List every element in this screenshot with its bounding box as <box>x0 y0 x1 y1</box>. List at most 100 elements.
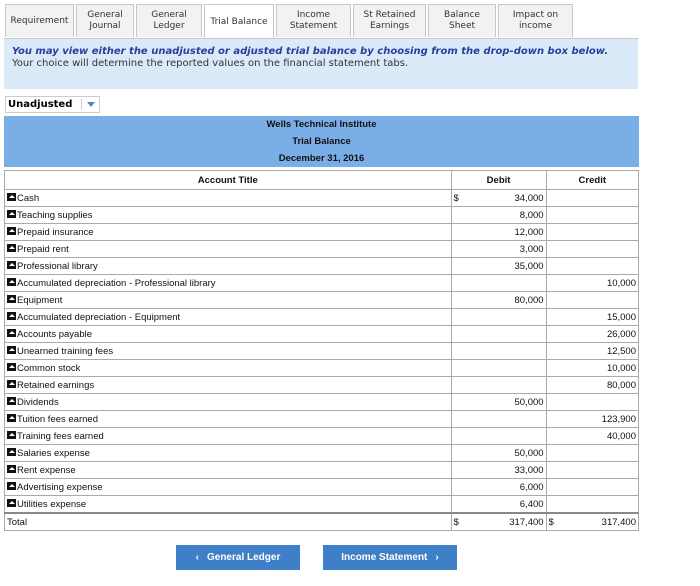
credit-cell[interactable] <box>545 393 640 411</box>
credit-cell[interactable] <box>545 257 640 275</box>
debit-cell[interactable]: 6,000 <box>463 478 547 496</box>
tab-requirement[interactable]: Requirement <box>5 4 74 37</box>
table-row: Accumulated depreciation - Equipment 15,0… <box>4 308 640 326</box>
account-picker-icon[interactable] <box>7 345 16 354</box>
credit-cell[interactable]: 12,500 <box>545 342 640 360</box>
debit-cell[interactable]: 34,000 <box>463 189 547 207</box>
credit-cell[interactable] <box>545 291 640 309</box>
tab-st-retained-earnings[interactable]: St Retained Earnings <box>353 4 426 37</box>
credit-cell[interactable]: 15,000 <box>545 308 640 326</box>
account-cell[interactable]: Advertising expense <box>4 478 452 496</box>
tab-general-journal[interactable]: General Journal <box>76 4 134 37</box>
account-picker-icon[interactable] <box>7 226 16 235</box>
table-row: Prepaid insurance 12,000 <box>4 223 640 241</box>
credit-cell[interactable] <box>545 223 640 241</box>
account-picker-icon[interactable] <box>7 243 16 252</box>
credit-cell[interactable] <box>545 495 640 514</box>
account-title: Prepaid rent <box>17 243 69 255</box>
tab-impact-on-income[interactable]: Impact on income <box>498 4 573 37</box>
debit-cell[interactable] <box>463 342 547 360</box>
account-cell[interactable]: Dividends <box>4 393 452 411</box>
debit-cell[interactable]: 50,000 <box>463 444 547 462</box>
account-title: Accumulated depreciation - Professional … <box>17 277 216 289</box>
account-cell[interactable]: Unearned training fees <box>4 342 452 360</box>
debit-cell[interactable] <box>463 427 547 445</box>
debit-cell[interactable]: 3,000 <box>463 240 547 258</box>
account-picker-icon[interactable] <box>7 260 16 269</box>
account-picker-icon[interactable] <box>7 396 16 405</box>
credit-cell[interactable] <box>545 478 640 496</box>
tab-balance-sheet[interactable]: Balance Sheet <box>428 4 496 37</box>
currency-symbol <box>450 393 464 411</box>
account-picker-icon[interactable] <box>7 209 16 218</box>
debit-cell[interactable] <box>463 410 547 428</box>
credit-cell[interactable]: 26,000 <box>545 325 640 343</box>
debit-cell[interactable] <box>463 376 547 394</box>
account-picker-icon[interactable] <box>7 311 16 320</box>
total-debit: 317,400 <box>463 512 547 531</box>
account-picker-icon[interactable] <box>7 277 16 286</box>
credit-cell[interactable] <box>545 461 640 479</box>
debit-cell[interactable] <box>463 274 547 292</box>
account-cell[interactable]: Accounts payable <box>4 325 452 343</box>
tab-general-ledger[interactable]: General Ledger <box>136 4 202 37</box>
credit-cell[interactable]: 10,000 <box>545 274 640 292</box>
account-picker-icon[interactable] <box>7 362 16 371</box>
account-picker-icon[interactable] <box>7 464 16 473</box>
account-picker-icon[interactable] <box>7 379 16 388</box>
account-picker-icon[interactable] <box>7 481 16 490</box>
account-cell[interactable]: Accumulated depreciation - Equipment <box>4 308 452 326</box>
account-cell[interactable]: Equipment <box>4 291 452 309</box>
account-picker-icon[interactable] <box>7 328 16 337</box>
debit-cell[interactable]: 33,000 <box>463 461 547 479</box>
debit-cell[interactable]: 12,000 <box>463 223 547 241</box>
account-title: Equipment <box>17 294 63 306</box>
debit-cell[interactable]: 80,000 <box>463 291 547 309</box>
credit-cell[interactable] <box>545 444 640 462</box>
account-cell[interactable]: Prepaid insurance <box>4 223 452 241</box>
prev-general-ledger-button[interactable]: ‹ General Ledger <box>176 545 300 570</box>
debit-cell[interactable]: 50,000 <box>463 393 547 411</box>
account-cell[interactable]: Retained earnings <box>4 376 452 394</box>
trial-balance-type-select[interactable]: Unadjusted <box>5 96 100 113</box>
account-cell[interactable]: Training fees earned <box>4 427 452 445</box>
account-picker-icon[interactable] <box>7 294 16 303</box>
account-picker-icon[interactable] <box>7 413 16 422</box>
credit-cell[interactable]: 40,000 <box>545 427 640 445</box>
currency-symbol <box>450 240 464 258</box>
account-cell[interactable]: Rent expense <box>4 461 452 479</box>
debit-cell[interactable]: 6,400 <box>463 495 547 514</box>
account-cell[interactable]: Accumulated depreciation - Professional … <box>4 274 452 292</box>
table-row: Salaries expense 50,000 <box>4 444 640 462</box>
debit-cell[interactable] <box>463 359 547 377</box>
debit-cell[interactable]: 8,000 <box>463 206 547 224</box>
credit-cell[interactable]: 123,900 <box>545 410 640 428</box>
account-picker-icon[interactable] <box>7 498 16 507</box>
account-cell[interactable]: Prepaid rent <box>4 240 452 258</box>
account-cell[interactable]: Teaching supplies <box>4 206 452 224</box>
account-cell[interactable]: Cash <box>4 189 452 207</box>
account-title: Common stock <box>17 362 81 374</box>
credit-cell[interactable]: 10,000 <box>545 359 640 377</box>
credit-cell[interactable]: 80,000 <box>545 376 640 394</box>
account-cell[interactable]: Salaries expense <box>4 444 452 462</box>
credit-cell[interactable] <box>545 206 640 224</box>
debit-cell[interactable] <box>463 308 547 326</box>
tab-trial-balance[interactable]: Trial Balance <box>204 4 274 39</box>
debit-cell[interactable] <box>463 325 547 343</box>
credit-cell[interactable] <box>545 240 640 258</box>
table-row: Professional library 35,000 <box>4 257 640 275</box>
total-label: Total <box>4 512 452 531</box>
debit-cell[interactable]: 35,000 <box>463 257 547 275</box>
credit-cell[interactable] <box>545 189 640 207</box>
next-income-statement-button[interactable]: Income Statement › <box>323 545 457 570</box>
table-row: Teaching supplies 8,000 <box>4 206 640 224</box>
account-picker-icon[interactable] <box>7 430 16 439</box>
account-picker-icon[interactable] <box>7 192 16 201</box>
account-cell[interactable]: Utilities expense <box>4 495 452 514</box>
account-cell[interactable]: Tuition fees earned <box>4 410 452 428</box>
account-cell[interactable]: Professional library <box>4 257 452 275</box>
account-cell[interactable]: Common stock <box>4 359 452 377</box>
account-picker-icon[interactable] <box>7 447 16 456</box>
tab-income-statement[interactable]: Income Statement <box>276 4 351 37</box>
